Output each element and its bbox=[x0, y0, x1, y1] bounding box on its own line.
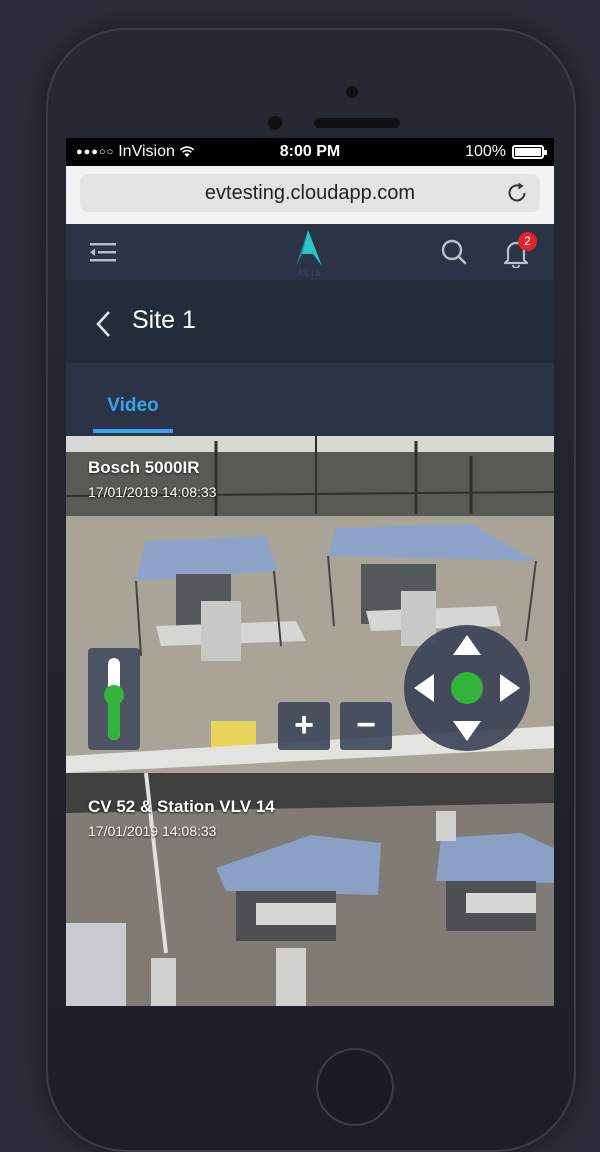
camera-name: Bosch 5000IR bbox=[88, 458, 200, 477]
volume-up-button[interactable] bbox=[40, 240, 46, 300]
power-button[interactable] bbox=[576, 260, 582, 330]
app-header: ALIS 2 bbox=[66, 224, 554, 280]
pan-left-arrow-icon[interactable] bbox=[414, 674, 434, 702]
camera-name: CV 52 & Station VLV 14 bbox=[88, 797, 275, 816]
earpiece-speaker bbox=[314, 118, 400, 128]
camera-feed-1[interactable]: Bosch 5000IR 17/01/2019 14:08:33 + − bbox=[66, 436, 554, 773]
zoom-in-button[interactable]: + bbox=[278, 702, 330, 750]
app-logo-icon[interactable]: ALIS bbox=[282, 228, 338, 278]
proximity-sensor bbox=[268, 116, 282, 130]
menu-icon[interactable] bbox=[88, 240, 118, 264]
slider-knob[interactable] bbox=[104, 684, 124, 705]
camera-timestamp: 17/01/2019 14:08:33 bbox=[88, 484, 217, 500]
battery-icon bbox=[512, 145, 547, 159]
back-chevron-icon[interactable] bbox=[94, 310, 112, 338]
ptz-center-button[interactable] bbox=[451, 672, 483, 704]
browser-address-bar: evtesting.cloudapp.com bbox=[66, 166, 554, 224]
tab-video[interactable]: Video bbox=[93, 363, 173, 436]
phone-screen: ●●●○○ InVision 8:00 PM 100% evtesting.cl… bbox=[66, 138, 554, 1006]
ptz-control bbox=[404, 625, 530, 751]
page-header: Site 1 bbox=[66, 280, 554, 363]
pan-right-arrow-icon[interactable] bbox=[500, 674, 520, 702]
url-text: evtesting.cloudapp.com bbox=[204, 182, 416, 204]
logo-text: ALIS bbox=[297, 269, 322, 278]
camera-feed-2[interactable]: CV 52 & Station VLV 14 17/01/2019 14:08:… bbox=[66, 773, 554, 1006]
active-tab-indicator bbox=[93, 429, 173, 433]
pan-down-arrow-icon[interactable] bbox=[453, 721, 481, 741]
battery-percentage: 100% bbox=[465, 143, 506, 160]
status-right: 100% bbox=[465, 143, 547, 161]
zoom-slider[interactable] bbox=[88, 648, 140, 750]
notification-badge: 2 bbox=[518, 232, 537, 251]
volume-down-button[interactable] bbox=[40, 320, 46, 380]
search-icon[interactable] bbox=[440, 238, 468, 266]
tab-bar: Video bbox=[66, 363, 554, 436]
pan-up-arrow-icon[interactable] bbox=[453, 635, 481, 655]
front-camera bbox=[346, 86, 358, 98]
url-field[interactable]: evtesting.cloudapp.com bbox=[80, 174, 540, 212]
reload-icon[interactable] bbox=[504, 180, 530, 206]
zoom-out-button[interactable]: − bbox=[340, 702, 392, 750]
camera-timestamp: 17/01/2019 14:08:33 bbox=[88, 823, 217, 839]
tab-label: Video bbox=[107, 395, 159, 416]
home-button[interactable] bbox=[316, 1048, 394, 1126]
page-title: Site 1 bbox=[132, 306, 196, 334]
status-bar: ●●●○○ InVision 8:00 PM 100% bbox=[66, 138, 554, 166]
